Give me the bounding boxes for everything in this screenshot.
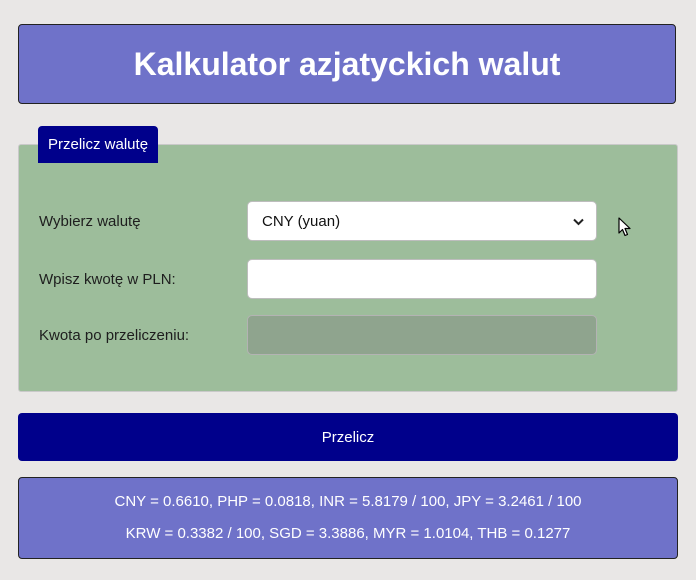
currency-label: Wybierz walutę [39, 213, 141, 230]
result-label: Kwota po przeliczeniu: [39, 327, 190, 344]
currency-select[interactable]: CNY (yuan) [247, 201, 597, 241]
amount-input[interactable] [247, 259, 597, 299]
mouse-cursor-icon [618, 217, 632, 237]
amount-label: Wpisz kwotę w PLN: [39, 271, 176, 288]
tab-convert-currency[interactable]: Przelicz walutę [38, 126, 159, 163]
result-output [247, 315, 597, 355]
chevron-down-icon [573, 214, 584, 229]
currency-select-value: CNY (yuan) [262, 212, 341, 230]
exchange-rates-box: CNY = 0.6610, PHP = 0.0818, INR = 5.8179… [18, 477, 678, 559]
rates-line-2: KRW = 0.3382 / 100, SGD = 3.3886, MYR = … [125, 525, 571, 542]
app-header: Kalkulator azjatyckich walut [18, 24, 676, 104]
rates-line-1: CNY = 0.6610, PHP = 0.0818, INR = 5.8179… [114, 493, 582, 510]
page-title: Kalkulator azjatyckich walut [133, 45, 561, 82]
convert-button[interactable]: Przelicz [18, 413, 678, 461]
